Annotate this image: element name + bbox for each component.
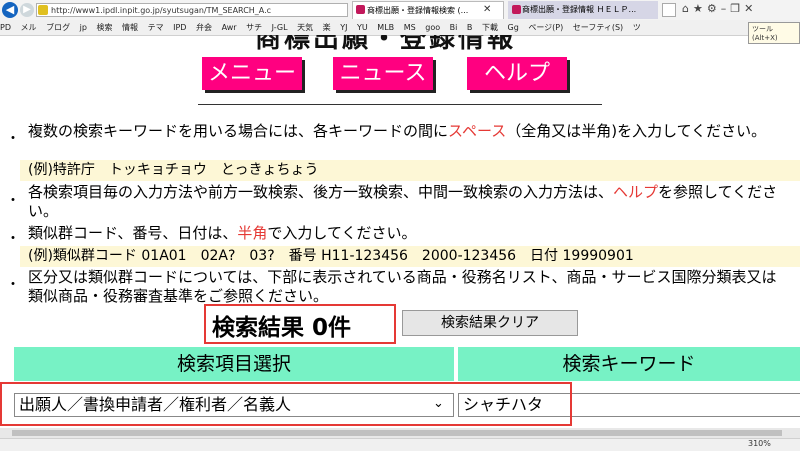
fav-item[interactable]: 天気	[297, 23, 313, 32]
fav-item[interactable]: ページ(P)	[528, 23, 563, 32]
fav-item[interactable]: MLB	[377, 23, 394, 32]
favorites-bar: PD メル ブログ jp 検索 情報 テマ IPD 弁会 Awr サチ J-GL…	[0, 20, 800, 36]
instruction-help: 各検索項目毎の入力方法や前方一致検索、後方一致検索、中間一致検索の入力方法は、ヘ…	[28, 183, 790, 221]
tab-favicon-icon	[356, 5, 365, 14]
fav-item[interactable]: サチ	[246, 23, 262, 32]
address-bar[interactable]: http://www1.ipdl.inpit.go.jp/syutsugan/T…	[36, 3, 348, 17]
header-keyword: 検索キーワード	[458, 347, 800, 381]
fav-item[interactable]: jp	[80, 23, 87, 32]
fav-item[interactable]: 楽	[323, 23, 331, 32]
instruction-classification: 区分又は類似群コードについては、下部に表示されている商品・役務名リスト、商品・サ…	[28, 268, 777, 305]
fav-item[interactable]: J-GL	[272, 23, 288, 32]
back-button[interactable]: ◀	[2, 2, 18, 18]
forward-button[interactable]: ▶	[20, 3, 34, 17]
instruction-text: 複数の検索キーワードを用いる場合には、各キーワードの間に	[28, 122, 449, 140]
fav-item[interactable]: PD	[0, 23, 11, 32]
bullet: ・	[6, 231, 20, 247]
news-button[interactable]: ニュース	[333, 57, 433, 90]
fav-item[interactable]: Awr	[222, 23, 237, 32]
restore-icon[interactable]: ❐	[730, 2, 744, 15]
minimize-icon[interactable]: –	[721, 2, 731, 15]
fav-item[interactable]: Bi	[450, 23, 458, 32]
scrollbar-thumb[interactable]	[12, 430, 782, 436]
instruction-text: で入力してください。	[267, 224, 417, 242]
fav-item[interactable]: ブログ	[46, 23, 70, 32]
fav-item[interactable]: IPD	[173, 23, 186, 32]
fav-item[interactable]: ツ	[633, 23, 641, 32]
instruction-text: （全角又は半角)を入力してください。	[506, 122, 767, 140]
help-link[interactable]: ヘルプ	[613, 183, 658, 201]
clear-results-button[interactable]: 検索結果クリア	[402, 310, 578, 336]
result-count: 検索結果 0件	[212, 315, 352, 341]
home-icon[interactable]: ⌂	[682, 2, 693, 15]
instruction-halfwidth: 類似群コード、番号、日付は、半角で入力してください。	[28, 224, 417, 243]
close-tab-icon[interactable]: ✕	[483, 1, 491, 19]
fav-item[interactable]: Gg	[508, 23, 519, 32]
menu-button[interactable]: メニュー	[202, 57, 302, 90]
fav-item[interactable]: B	[467, 23, 473, 32]
fav-item[interactable]: テマ	[148, 23, 164, 32]
tab-help[interactable]: 商標出願・登録情報 ＨＥＬＰ...	[508, 1, 658, 19]
instruction-keywords: 複数の検索キーワードを用いる場合には、各キーワードの間にスペース（全角又は半角)…	[28, 122, 788, 141]
header-item-select: 検索項目選択	[14, 347, 454, 381]
fav-item[interactable]: セーフティ(S)	[573, 23, 623, 32]
fav-item[interactable]: メル	[21, 23, 37, 32]
tab-favicon-icon	[512, 5, 521, 14]
fav-item[interactable]: YU	[357, 23, 368, 32]
status-bar	[0, 438, 800, 451]
instruction-text: 類似群コード、番号、日付は、	[28, 224, 238, 242]
favorites-star-icon[interactable]: ★	[693, 2, 707, 15]
example-keywords: (例)特許庁 トッキョチョウ とっきょちょう	[20, 160, 800, 181]
zoom-level[interactable]: 310%	[748, 438, 771, 450]
tab-label: 商標出願・登録情報 ＨＥＬＰ...	[522, 5, 637, 14]
fav-item[interactable]: 下載	[482, 23, 498, 32]
fav-item[interactable]: 情報	[122, 23, 138, 32]
bullet: ・	[6, 277, 20, 293]
tab-label: 商標出願・登録情報検索 (...	[367, 6, 469, 15]
divider	[198, 104, 602, 105]
fav-item[interactable]: YJ	[340, 23, 347, 32]
close-window-icon[interactable]: ✕	[744, 2, 757, 15]
fav-item[interactable]: goo	[425, 23, 440, 32]
help-button[interactable]: ヘルプ	[467, 57, 567, 90]
browser-toolbar-icons: ⌂★⚙–❐✕	[682, 2, 757, 15]
bullet: ・	[6, 193, 20, 209]
instruction-text: 各検索項目毎の入力方法や前方一致検索、後方一致検索、中間一致検索の入力方法は、	[28, 183, 614, 201]
halfwidth-highlight: 半角	[237, 224, 268, 242]
gear-icon[interactable]: ⚙	[707, 2, 721, 15]
new-tab-button[interactable]	[662, 3, 676, 17]
space-highlight: スペース	[448, 122, 507, 140]
fav-item[interactable]: 弁会	[196, 23, 212, 32]
site-icon	[38, 5, 48, 15]
fav-item[interactable]: 検索	[96, 23, 112, 32]
example-codes: (例)類似群コード 01A01 02A? 03? 番号 H11-123456 2…	[20, 246, 800, 267]
bullet: ・	[6, 131, 20, 147]
tooltip: ツール (Alt+X)	[748, 22, 800, 44]
selection-highlight-box	[0, 382, 572, 426]
tab-search[interactable]: 商標出願・登録情報検索 (...	[352, 1, 504, 19]
fav-item[interactable]: MS	[404, 23, 416, 32]
